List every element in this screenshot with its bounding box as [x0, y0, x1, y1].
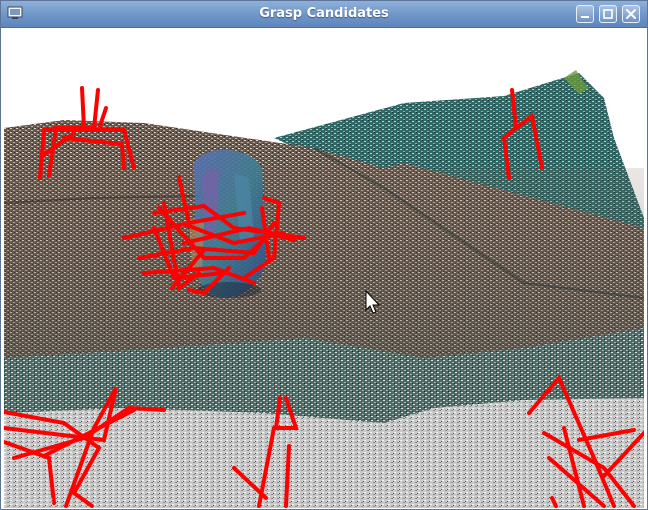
close-button[interactable] — [622, 5, 640, 23]
point-cloud-viewport[interactable]: Count: 38 — [4, 28, 644, 508]
maximize-button[interactable] — [599, 5, 617, 23]
minimize-button[interactable] — [576, 5, 594, 23]
title-bar[interactable]: Grasp Candidates — [1, 1, 647, 28]
point-cloud-scene[interactable] — [4, 28, 644, 508]
close-icon — [626, 9, 636, 19]
window-title: Grasp Candidates — [259, 6, 389, 21]
status-overlay: Count: 38 — [9, 497, 54, 507]
maximize-icon — [603, 9, 613, 19]
minimize-icon — [581, 16, 589, 18]
app-window: Grasp Candidates Count: 38 — [0, 0, 648, 510]
